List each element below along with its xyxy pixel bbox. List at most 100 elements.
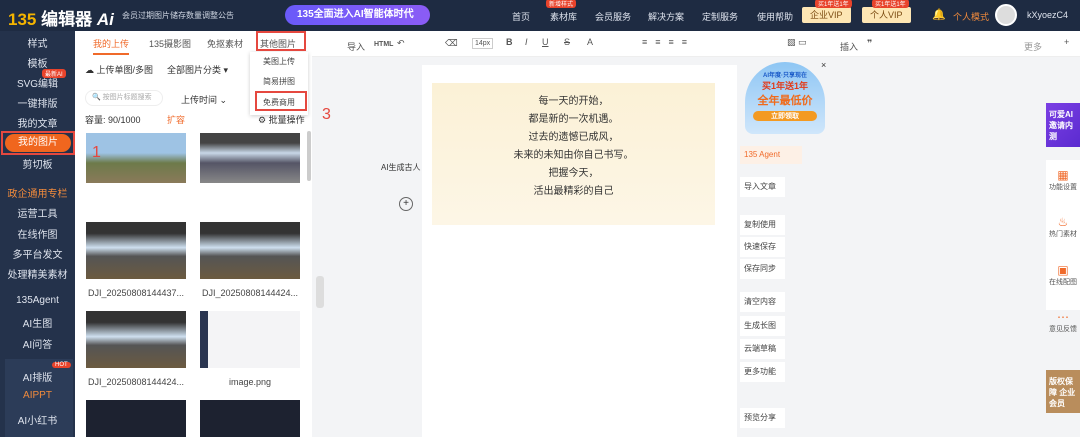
search-input[interactable]: 🔍 按图片标题搜索 — [85, 90, 163, 106]
more-functions-button[interactable]: 更多功能 — [740, 362, 785, 382]
sort-select[interactable]: 上传时间 ⌄ — [181, 93, 227, 106]
sidebar-item-clipboard[interactable]: 剪切板 — [0, 156, 75, 171]
sidebar-item-svg[interactable]: SVG编辑 — [0, 75, 75, 90]
image-thumb[interactable] — [200, 400, 300, 437]
image-thumb[interactable] — [200, 222, 300, 279]
save-sync-button[interactable]: 保存同步 — [740, 259, 785, 279]
import-article-button[interactable]: 导入文章 — [740, 177, 785, 197]
settings-button[interactable]: ▦ 功能设置 — [1046, 168, 1080, 192]
poem-line: 把握今天， — [548, 168, 599, 179]
enterprise-vip-button[interactable]: 企业VIP — [802, 7, 851, 23]
eraser-icon[interactable]: ⌫ — [445, 38, 458, 49]
align-icons[interactable]: ≡≡≡≡ — [642, 37, 695, 47]
add-block-icon[interactable]: + — [399, 197, 413, 211]
category-select[interactable]: 全部图片分类 ▾ — [167, 63, 228, 76]
image-thumb[interactable] — [200, 311, 300, 368]
poem-block[interactable]: 每一天的开始， 都是新的一次机遇。 过去的遗憾已成风， 未来的未知由你自己书写。… — [432, 83, 715, 225]
sidebar-item-styles[interactable]: 样式 — [0, 35, 75, 50]
poem-line: 都是新的一次机遇。 — [528, 114, 619, 125]
scrollbar[interactable] — [307, 131, 311, 181]
font-size-select[interactable]: 14px — [472, 38, 494, 49]
menu-item-meitu-upload[interactable]: 美图上传 — [250, 56, 308, 67]
annotation-1: 1 — [92, 144, 101, 161]
strikethrough-icon[interactable]: S — [564, 37, 570, 47]
sidebar-item-agent[interactable]: 135Agent — [0, 295, 75, 306]
sidebar-item-draw[interactable]: 在线作图 — [0, 226, 75, 241]
insert-button[interactable]: 插入 — [840, 40, 858, 53]
long-image-button[interactable]: 生成长图 — [740, 316, 785, 336]
undo-icon[interactable]: ↶ — [397, 38, 405, 49]
poem-line: 每一天的开始， — [538, 96, 609, 107]
vip-tag: 买1年送1年 — [872, 0, 909, 8]
copyright-ad[interactable]: 版权保障 企业会员 — [1046, 370, 1080, 413]
hot-materials-button[interactable]: ♨ 热门素材 — [1046, 215, 1080, 239]
close-icon[interactable]: × — [821, 60, 826, 70]
tab-cutout[interactable]: 免抠素材 — [207, 37, 243, 50]
agent-button[interactable]: 135 Agent — [740, 146, 802, 164]
html-button[interactable]: HTML — [374, 41, 393, 48]
image-thumb[interactable] — [86, 311, 186, 368]
plus-icon[interactable]: + — [1064, 37, 1069, 47]
promo-ad[interactable]: AI年度·只享现在 买1年送1年 全年最低价 立即领取 — [745, 62, 825, 134]
image-thumb[interactable] — [86, 133, 186, 183]
personal-vip-button[interactable]: 个人VIP — [862, 7, 911, 23]
feedback-button[interactable]: ⋯ 意见反馈 — [1046, 310, 1080, 334]
nav-custom[interactable]: 定制服务 — [702, 10, 738, 23]
sidebar-item-assets[interactable]: 处理精美素材 — [0, 266, 75, 281]
sidebar-item-xhs[interactable]: AI小红书 — [0, 412, 75, 427]
bold-icon[interactable]: B — [506, 37, 513, 47]
quick-save-button[interactable]: 快速保存 — [740, 237, 785, 257]
tab-my-uploads[interactable]: 我的上传 — [93, 37, 130, 55]
hot-badge: HOT — [52, 362, 71, 368]
poem-line: 活出最精彩的自己 — [533, 186, 614, 197]
more-button[interactable]: 更多 — [1024, 40, 1042, 53]
image-icon[interactable]: ▧ ▭ — [787, 37, 807, 48]
poem-line: 过去的遗憾已成风， — [528, 132, 619, 143]
notice-link[interactable]: 会员过期图片储存数量调整公告 — [122, 10, 234, 21]
copy-use-button[interactable]: 复制使用 — [740, 215, 785, 235]
nav-membership[interactable]: 会员服务 — [595, 10, 631, 23]
image-thumb[interactable] — [86, 400, 186, 437]
import-button[interactable]: 导入 — [347, 40, 365, 53]
sidebar-item-ai-qa[interactable]: AI问答 — [0, 336, 75, 351]
nav-solutions[interactable]: 解决方案 — [648, 10, 684, 23]
nav-home[interactable]: 首页 — [512, 10, 530, 23]
avatar[interactable] — [995, 4, 1017, 26]
sidebar-item-ops[interactable]: 运营工具 — [0, 205, 75, 220]
quote-icon[interactable]: ❞ — [867, 38, 872, 49]
mode-switch[interactable]: 个人模式 — [953, 10, 989, 23]
sidebar-item-my-images[interactable]: 我的图片 — [5, 134, 71, 152]
image-icon: ▣ — [1057, 263, 1069, 277]
ai-ancient-button[interactable]: AI生成古人 — [381, 162, 421, 173]
ai-ad[interactable]: 可爱AI 邀请内测 — [1046, 103, 1080, 147]
nav-help[interactable]: 使用帮助 — [757, 10, 793, 23]
clear-button[interactable]: 清空内容 — [740, 292, 785, 312]
online-image-button[interactable]: ▣ 在线配图 — [1046, 263, 1080, 287]
sidebar-item-multipost[interactable]: 多平台发文 — [0, 246, 75, 261]
nav-materials[interactable]: 素材库 — [550, 10, 577, 23]
collapse-handle[interactable] — [316, 276, 324, 308]
logo[interactable]: 135 编辑器 Ai — [8, 5, 114, 30]
username[interactable]: kXyoezC4 — [1027, 10, 1068, 20]
sidebar-item-templates[interactable]: 模板 — [0, 55, 75, 70]
sidebar-item-ai-image[interactable]: AI生图 — [0, 315, 75, 330]
image-thumb[interactable] — [86, 222, 186, 279]
underline-icon[interactable]: U — [542, 37, 549, 47]
ai-banner[interactable]: 135全面进入AI智能体时代 — [285, 5, 430, 25]
expand-link[interactable]: 扩容 — [167, 113, 185, 126]
sidebar-item-aippt[interactable]: AIPPT — [0, 390, 75, 401]
preview-share-button[interactable]: 预览分享 — [740, 408, 785, 428]
bell-icon[interactable]: 🔔 — [932, 8, 946, 21]
sidebar-item-articles[interactable]: 我的文章 — [0, 115, 75, 130]
nav-new-tag: 新增样式 — [546, 0, 577, 8]
sidebar-item-ai-layout[interactable]: AI排版 — [0, 369, 75, 384]
image-thumb[interactable] — [200, 133, 300, 183]
upload-button[interactable]: ☁ 上传单图/多图 — [85, 63, 153, 76]
tab-135-photos[interactable]: 135摄影图 — [149, 37, 191, 50]
cloud-draft-button[interactable]: 云端草稿 — [740, 339, 785, 359]
sidebar-item-gov[interactable]: 政企通用专栏 — [0, 185, 75, 200]
menu-item-collage[interactable]: 简易拼图 — [250, 76, 308, 87]
font-color-icon[interactable]: A — [587, 37, 593, 47]
sidebar-item-layout[interactable]: 一键排版 — [0, 95, 75, 110]
italic-icon[interactable]: I — [525, 37, 528, 47]
